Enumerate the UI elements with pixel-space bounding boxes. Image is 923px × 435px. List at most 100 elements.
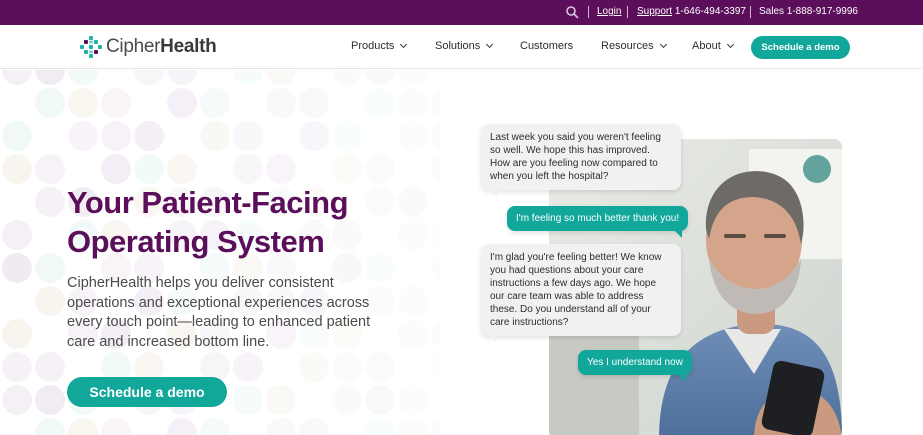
decorative-dot: [35, 286, 65, 316]
chat-message-patient: Yes I understand now: [578, 350, 692, 382]
decorative-dot: [431, 221, 440, 249]
divider: [627, 6, 628, 18]
decorative-dot: [68, 121, 98, 151]
support-phone: 1-646-494-3397: [674, 6, 746, 17]
decorative-dot: [233, 385, 263, 415]
decorative-dot: [233, 154, 263, 184]
decorative-dot: [398, 319, 428, 349]
decorative-dot: [266, 385, 296, 415]
decorative-dot: [398, 88, 428, 118]
decorative-dot: [431, 353, 440, 381]
schedule-demo-button-hero[interactable]: Schedule a demo: [67, 377, 227, 407]
decorative-dot: [101, 88, 131, 118]
nav-about-label: About: [692, 40, 721, 52]
nav-solutions-label: Solutions: [435, 40, 481, 52]
decorative-dot: [2, 253, 32, 283]
decorative-dot: [167, 418, 197, 435]
decorative-dot: [2, 319, 32, 349]
decorative-dot: [332, 121, 362, 151]
decorative-dot: [35, 385, 65, 415]
decorative-dot: [233, 121, 263, 151]
decorative-dot: [200, 121, 230, 151]
nav-solutions[interactable]: Solutions: [435, 40, 494, 52]
divider: [588, 6, 589, 18]
decorative-dot: [35, 352, 65, 382]
decorative-dot: [431, 89, 440, 117]
decorative-dot: [2, 70, 32, 85]
decorative-dot: [68, 70, 98, 85]
nav-products-label: Products: [351, 40, 395, 52]
decorative-dot: [134, 70, 164, 85]
decorative-dot: [266, 88, 296, 118]
decorative-dot: [398, 286, 428, 316]
decorative-dot: [332, 70, 362, 85]
login-link[interactable]: Login: [597, 6, 621, 17]
chat-message-system: Last week you said you weren't feeling s…: [481, 124, 681, 197]
cipherhealth-logo[interactable]: CipherHealth: [80, 35, 217, 59]
nav-products[interactable]: Products: [351, 40, 408, 52]
decorative-dot: [365, 352, 395, 382]
nav-customers-label: Customers: [520, 40, 574, 52]
decorative-dot: [365, 154, 395, 184]
decorative-dot: [332, 352, 362, 382]
support-label: Support: [637, 6, 673, 17]
decorative-dot: [35, 418, 65, 435]
divider: [750, 6, 751, 18]
decorative-dot: [2, 121, 32, 151]
logo-word-cipher: Cipher: [106, 36, 161, 57]
logo-mark-icon: [80, 36, 102, 58]
decorative-dot: [167, 70, 197, 85]
chevron-down-icon: [659, 40, 667, 49]
decorative-dot: [431, 122, 440, 150]
decorative-dot: [398, 220, 428, 250]
nav-resources[interactable]: Resources: [601, 40, 667, 52]
decorative-dot: [299, 88, 329, 118]
decorative-dot: [2, 385, 32, 415]
decorative-dot: [398, 187, 428, 217]
decorative-dot: [167, 154, 197, 184]
decorative-dot: [266, 154, 296, 184]
chat-message-system: I'm glad you're feeling better! We know …: [481, 244, 681, 343]
decorative-dot: [431, 155, 440, 183]
decorative-dot: [35, 187, 65, 217]
schedule-demo-button-nav[interactable]: Schedule a demo: [751, 36, 850, 59]
decorative-dot: [2, 352, 32, 382]
decorative-dot: [332, 154, 362, 184]
logo-word-health: Health: [160, 36, 217, 57]
decorative-dot: [233, 352, 263, 382]
decorative-dot: [68, 88, 98, 118]
decorative-dot: [35, 88, 65, 118]
chat-message-patient: I'm feeling so much better thank you!: [507, 206, 689, 238]
decorative-dot: [101, 418, 131, 435]
utility-bar: Login Support 1-646-494-3397 Sales 1-888…: [0, 0, 923, 25]
decorative-dot: [365, 88, 395, 118]
decorative-dot: [68, 418, 98, 435]
nav-resources-label: Resources: [601, 40, 654, 52]
search-icon[interactable]: [565, 5, 579, 19]
decorative-dot: [398, 418, 428, 435]
decorative-dot: [233, 70, 263, 85]
decorative-dot: [266, 418, 296, 435]
decorative-dot: [398, 70, 428, 85]
hero-lead-text: CipherHealth helps you deliver consisten…: [67, 275, 371, 350]
decorative-dot: [365, 385, 395, 415]
hero-headline: Your Patient-Facing Operating System: [67, 185, 349, 259]
decorative-dot: [101, 121, 131, 151]
decorative-dot: [35, 253, 65, 283]
support-link[interactable]: Support 1-646-494-3397: [637, 6, 746, 17]
sales-phone-link[interactable]: Sales 1-888-917-9996: [759, 6, 858, 17]
nav-about[interactable]: About: [692, 40, 734, 52]
decorative-dot: [134, 121, 164, 151]
decorative-dot: [398, 121, 428, 151]
decorative-dot: [299, 352, 329, 382]
hero-section: Your Patient-Facing Operating System Cip…: [0, 70, 923, 435]
chevron-down-icon: [486, 40, 494, 49]
nav-customers[interactable]: Customers: [520, 40, 573, 52]
decorative-dot: [431, 419, 440, 435]
decorative-dot: [398, 385, 428, 415]
decorative-dot: [167, 88, 197, 118]
decorative-dot: [365, 418, 395, 435]
decorative-dot: [35, 70, 65, 85]
decorative-dot: [101, 154, 131, 184]
decorative-dot: [2, 154, 32, 184]
